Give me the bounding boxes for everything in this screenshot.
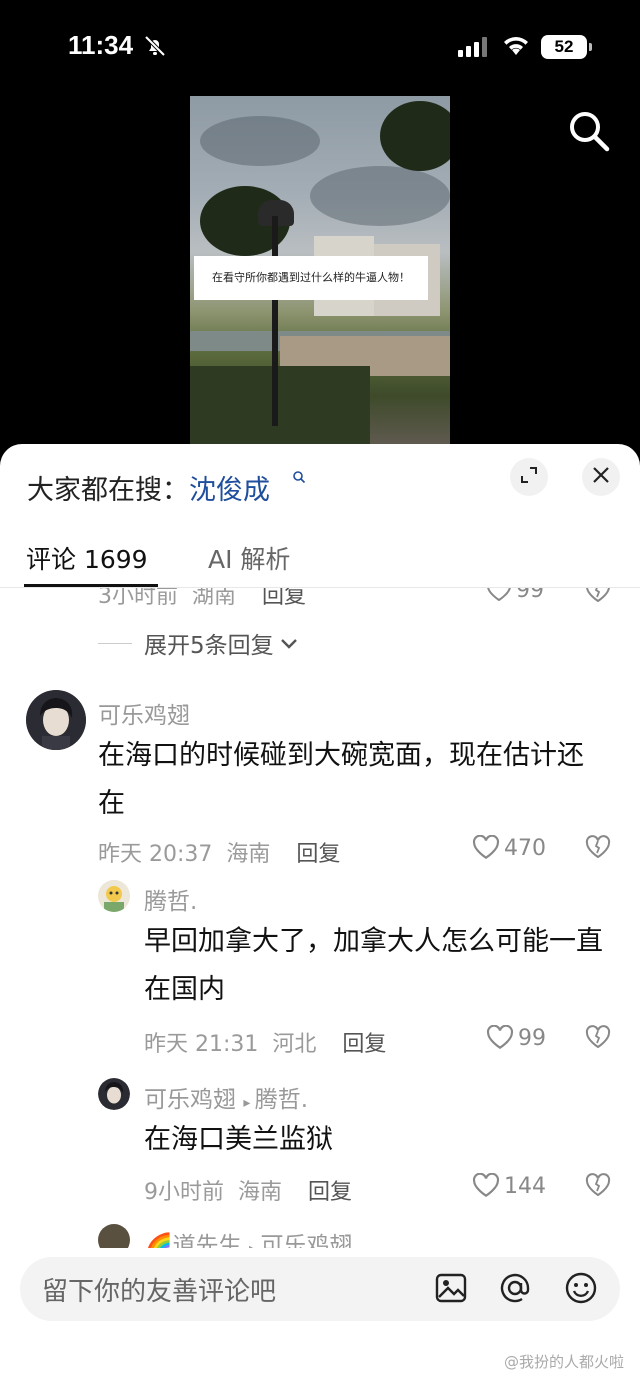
reply-to-username[interactable]: 腾哲.: [255, 1087, 308, 1113]
reply-username-line: 🌈道先生 ▸ 可乐鸡翅: [144, 1226, 352, 1248]
comment-region: 海南: [226, 842, 271, 867]
reply-username[interactable]: 🌈道先生: [144, 1233, 242, 1248]
comment-input-placeholder: 留下你的友善评论吧: [42, 1277, 277, 1307]
broken-heart-icon[interactable]: [584, 1172, 612, 1202]
comment-meta: 昨天 20:37 海南 回复: [98, 836, 340, 868]
reply-username[interactable]: 腾哲.: [144, 882, 197, 916]
avatar[interactable]: [98, 1078, 130, 1110]
comment-input[interactable]: 留下你的友善评论吧: [20, 1257, 620, 1321]
comment-time: 昨天 20:37: [98, 842, 213, 867]
status-time: 11:34: [68, 30, 134, 60]
like-button[interactable]: 99: [486, 588, 544, 603]
expand-replies-label: 展开5条回复: [144, 633, 274, 659]
avatar[interactable]: [26, 690, 86, 750]
reply-to-username[interactable]: 可乐鸡翅: [260, 1233, 352, 1248]
search-small-icon: [292, 470, 306, 488]
close-icon: [592, 466, 610, 488]
like-button[interactable]: 144: [472, 1173, 546, 1199]
hot-search[interactable]: 大家都在搜：沈俊成: [27, 468, 270, 507]
comment-username[interactable]: 可乐鸡翅: [98, 696, 190, 730]
avatar[interactable]: [98, 880, 130, 912]
reply-username[interactable]: 可乐鸡翅: [144, 1087, 236, 1113]
hot-search-term[interactable]: 沈俊成: [189, 475, 270, 506]
reply-button[interactable]: 回复: [308, 1180, 352, 1205]
heart-icon: [472, 835, 500, 859]
reply-button[interactable]: 回复: [342, 1032, 386, 1057]
reply-text: 在海口美兰监狱: [144, 1124, 333, 1155]
bell-slash-icon: [143, 34, 167, 62]
comment-sheet: 大家都在搜：沈俊成 评论 1699 AI 解析 3小时前 湖南 回复 99 展开…: [0, 444, 640, 1388]
expand-fullscreen-button[interactable]: [510, 458, 548, 496]
reply-meta: 昨天 21:31 河北 回复: [144, 1032, 387, 1057]
reply-button[interactable]: 回复: [262, 588, 306, 609]
reply-arrow-icon: ▸: [249, 1241, 260, 1248]
video-area[interactable]: 在看守所你都遇到过什么样的牛逼人物！: [0, 96, 640, 444]
wifi-icon: [502, 34, 530, 60]
expand-icon: [520, 466, 538, 488]
tab-ai-analysis[interactable]: AI 解析: [208, 540, 290, 576]
tab-comments[interactable]: 评论 1699: [26, 540, 148, 576]
comment-meta: 3小时前 湖南 回复: [98, 588, 306, 610]
status-bar: 11:34 52: [0, 0, 640, 96]
reply-meta: 9小时前 海南 回复: [144, 1180, 353, 1205]
expand-replies-button[interactable]: 展开5条回复: [98, 626, 298, 660]
video-caption: 在看守所你都遇到过什么样的牛逼人物！: [194, 256, 428, 300]
sheet-header: 大家都在搜：沈俊成: [0, 444, 640, 524]
reply-text: 早回加拿大了，加拿大人怎么可能一直在国内: [144, 926, 603, 1005]
comment-text: 在海口的时候碰到大碗宽面，现在估计还在: [98, 740, 584, 819]
search-icon[interactable]: [566, 108, 612, 158]
like-button[interactable]: 470: [472, 835, 546, 861]
battery-icon: 52: [541, 35, 592, 59]
hot-search-label: 大家都在搜：: [27, 475, 189, 506]
like-button[interactable]: 99: [486, 1025, 546, 1051]
watermark: @我扮的人都火啦: [503, 1353, 624, 1371]
tab-active-indicator: [24, 584, 158, 587]
at-mention-icon[interactable]: [498, 1271, 532, 1309]
broken-heart-icon[interactable]: [584, 588, 612, 608]
reply-arrow-icon: ▸: [243, 1095, 255, 1111]
like-count: 470: [504, 835, 546, 861]
reply-button[interactable]: 回复: [296, 842, 340, 867]
close-button[interactable]: [582, 458, 620, 496]
heart-icon: [472, 1173, 500, 1197]
heart-icon: [487, 588, 511, 601]
comment-list[interactable]: 3小时前 湖南 回复 99 展开5条回复 可乐鸡翅 在海口的时候碰到大碗宽面，现在估…: [0, 588, 640, 1248]
broken-heart-icon[interactable]: [584, 1024, 612, 1054]
broken-heart-icon[interactable]: [584, 834, 612, 864]
image-icon[interactable]: [434, 1271, 468, 1309]
cellular-signal-icon: [458, 37, 490, 61]
heart-icon: [486, 1025, 514, 1049]
tab-bar: 评论 1699 AI 解析: [0, 534, 640, 588]
avatar[interactable]: [98, 1224, 130, 1248]
chevron-down-icon: [280, 630, 298, 656]
emoji-icon[interactable]: [564, 1271, 598, 1309]
reply-username-line: 可乐鸡翅 ▸ 腾哲.: [144, 1080, 308, 1114]
